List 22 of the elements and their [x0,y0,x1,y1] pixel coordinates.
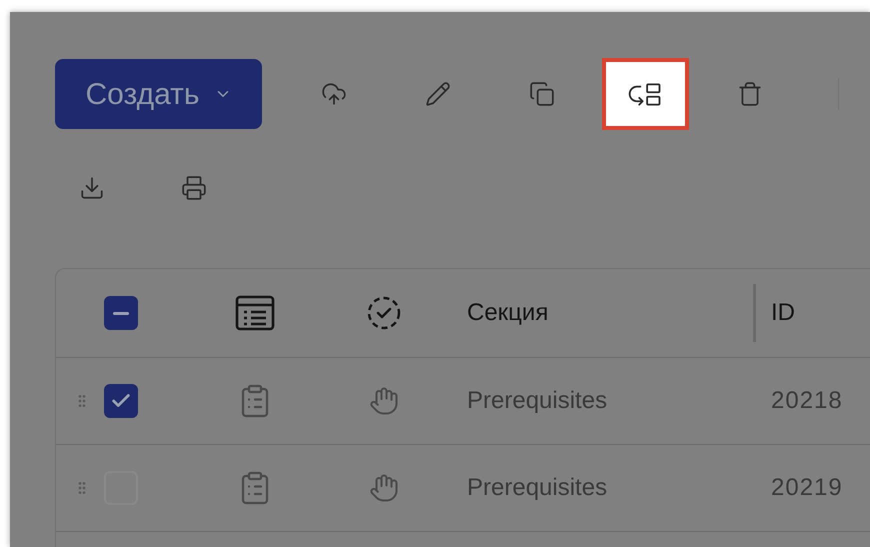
column-header: ID [771,299,795,326]
id-cell: 20218 [771,387,843,414]
create-button[interactable]: Создать [55,59,262,129]
list-icon [235,295,275,331]
section-cell: Prerequisites [467,387,608,414]
trash-icon [736,81,762,107]
hand-icon [369,385,399,417]
printer-icon [180,175,206,201]
dashed-circle-check-icon [366,295,402,331]
minus-icon [113,312,129,314]
download-icon [78,175,104,201]
header-checkbox[interactable] [104,296,138,330]
copy-icon [528,81,554,107]
cloud-upload-icon [320,81,346,107]
column-header: Секция [467,299,548,326]
hand-icon [369,472,399,504]
move-to-group-icon [628,80,664,108]
id-cell: 20219 [771,474,843,501]
toolbar-button[interactable] [602,58,689,130]
pencil-icon [424,81,450,107]
row-checkbox[interactable] [104,384,138,418]
section-cell: Prerequisites [467,474,608,501]
